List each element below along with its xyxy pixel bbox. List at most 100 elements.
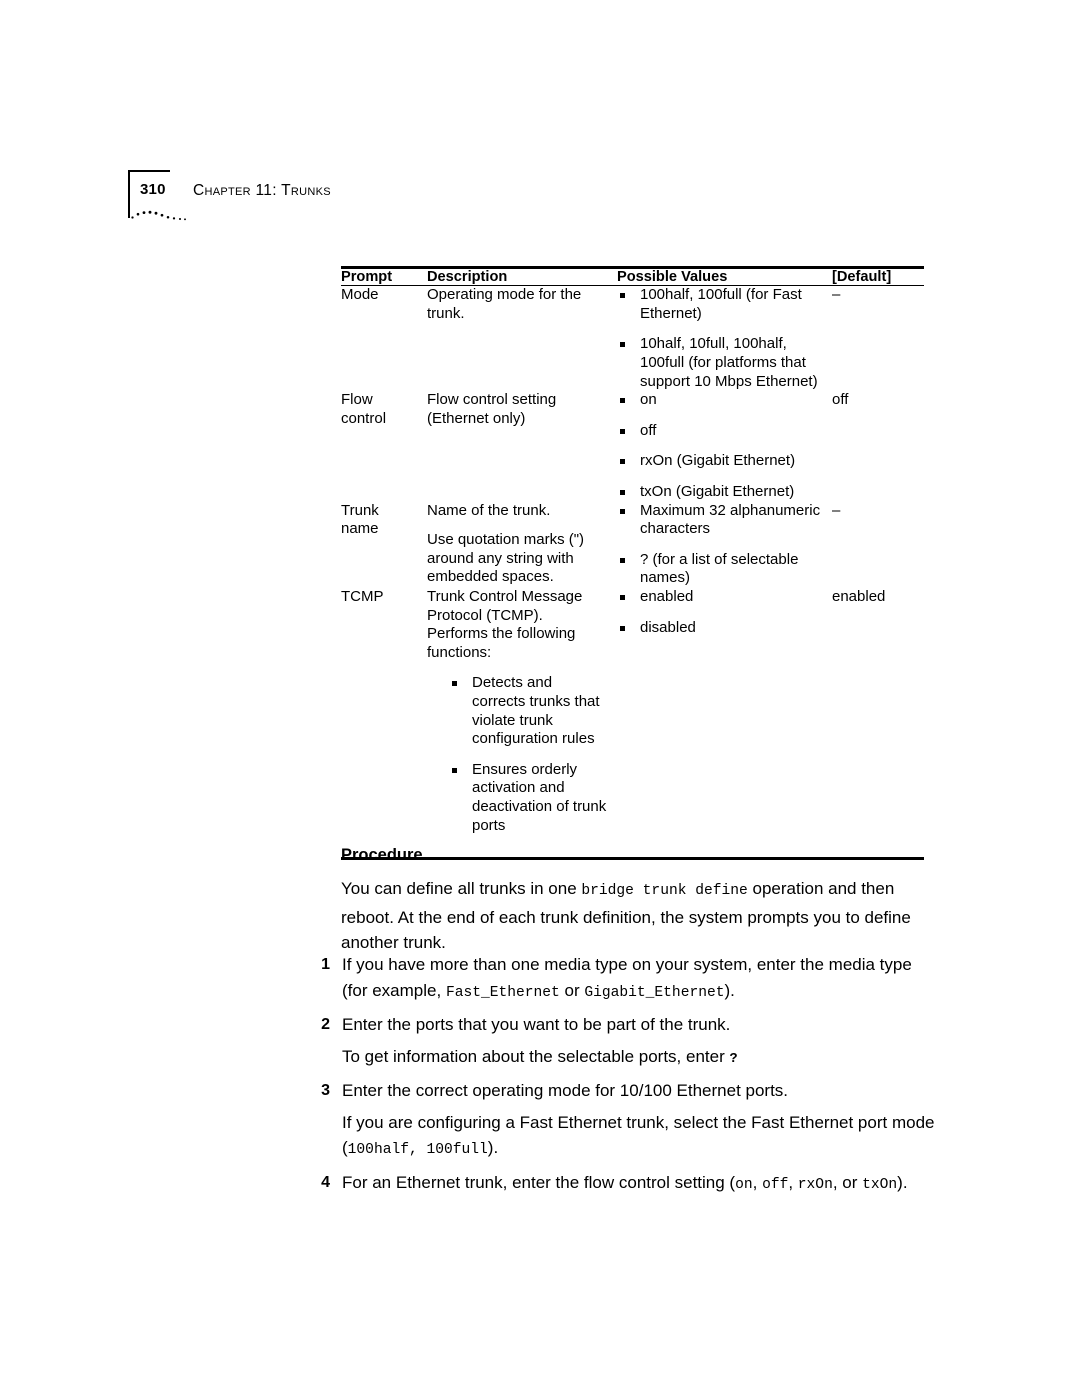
cell-description: Name of the trunk. Use quotation marks (… bbox=[427, 502, 617, 588]
page-number: 310 bbox=[140, 181, 166, 198]
list-item: rxOn (Gigabit Ethernet) bbox=[617, 452, 822, 471]
step-code-on: on bbox=[735, 1176, 753, 1193]
possible-values-list: on off rxOn (Gigabit Ethernet) txOn (Gig… bbox=[617, 391, 822, 501]
possible-values-list: enabled disabled bbox=[617, 588, 822, 637]
table-row: TCMP Trunk Control Message Protocol (TCM… bbox=[341, 588, 924, 847]
step-code-gigabit-ethernet: Gigabit_Ethernet bbox=[584, 984, 725, 1001]
row-description-text: Name of the trunk. bbox=[427, 501, 551, 519]
cell-prompt: Mode bbox=[341, 286, 427, 391]
header-corner-rule-horizontal bbox=[128, 170, 170, 172]
list-item: ? (for a list of selectable names) bbox=[617, 551, 822, 588]
column-header-possible-values-label: Possible Values bbox=[617, 269, 728, 285]
cell-default: – bbox=[832, 502, 924, 588]
list-item: Ensures orderly activation and deactivat… bbox=[449, 761, 607, 835]
cell-possible-values: 100half, 100full (for Fast Ethernet) 10h… bbox=[617, 286, 832, 391]
cell-default: – bbox=[832, 286, 924, 391]
chapter-title: Chapter 11: Trunks bbox=[193, 182, 331, 199]
step-text-part4: , or bbox=[832, 1172, 863, 1192]
step-number: 3 bbox=[321, 1082, 330, 1099]
step-text-part1: Enter the ports that you want to be part… bbox=[342, 1015, 731, 1034]
column-header-default: [Default] bbox=[832, 269, 924, 285]
list-item: enabled bbox=[617, 588, 822, 607]
list-item: Maximum 32 alphanumeric characters bbox=[617, 502, 822, 539]
step-2-subparagraph: To get information about the selectable … bbox=[310, 1044, 935, 1073]
cell-prompt: TCMP bbox=[341, 588, 427, 847]
cell-prompt: Trunk name bbox=[341, 502, 427, 588]
section-heading-procedure: Procedure bbox=[341, 846, 423, 864]
row-default-value: – bbox=[832, 286, 841, 304]
substep-text-2: ). bbox=[487, 1138, 499, 1157]
row-default-value: – bbox=[832, 501, 841, 519]
description-sub-list: Detects and corrects trunks that violate… bbox=[449, 674, 607, 835]
intro-code-command: bridge trunk define bbox=[581, 883, 748, 899]
cell-possible-values: enabled disabled bbox=[617, 588, 832, 847]
substep-code-modes: 100half, 100full bbox=[347, 1142, 488, 1158]
column-header-prompt-label: Prompt bbox=[341, 269, 393, 285]
cell-possible-values: on off rxOn (Gigabit Ethernet) txOn (Gig… bbox=[617, 391, 832, 501]
step-code-txon: txOn bbox=[862, 1176, 898, 1193]
list-item: off bbox=[617, 422, 822, 441]
step-text-part2: , bbox=[752, 1172, 763, 1192]
intro-text-part1: You can define all trunks in one bbox=[341, 879, 582, 898]
step-code-off: off bbox=[762, 1176, 789, 1193]
step-code-fast-ethernet: Fast_Ethernet bbox=[445, 984, 560, 1001]
trunk-parameters-table: Prompt Description Possible Values [Defa… bbox=[341, 266, 924, 861]
row-prompt-flow-control: Flow control bbox=[341, 391, 387, 427]
table-row: Mode Operating mode for the trunk. 100ha… bbox=[341, 286, 924, 391]
list-item: disabled bbox=[617, 619, 822, 638]
procedure-intro-paragraph: You can define all trunks in one bridge … bbox=[341, 876, 933, 956]
list-item: Detects and corrects trunks that violate… bbox=[449, 674, 607, 748]
row-prompt-trunk-name: Trunk name bbox=[341, 501, 379, 538]
list-item: 100half, 100full (for Fast Ethernet) bbox=[617, 286, 822, 323]
row-description-text-2: Use quotation marks (") around any strin… bbox=[427, 531, 585, 586]
table-header-row: Prompt Description Possible Values [Defa… bbox=[341, 269, 924, 285]
step-text-part1: Enter the correct operating mode for 10/… bbox=[342, 1081, 789, 1100]
column-header-description-label: Description bbox=[427, 269, 508, 285]
column-header-possible-values: Possible Values bbox=[617, 269, 832, 285]
column-header-description: Description bbox=[427, 269, 617, 285]
row-description-text: Flow control setting (Ethernet only) bbox=[427, 391, 557, 427]
row-prompt-tcmp: TCMP bbox=[341, 588, 384, 606]
substep-code-question-mark: ? bbox=[729, 1051, 738, 1067]
possible-values-list: 100half, 100full (for Fast Ethernet) 10h… bbox=[617, 286, 822, 391]
step-number: 4 bbox=[321, 1173, 330, 1191]
row-description-text: Trunk Control Message Protocol (TCMP). P… bbox=[427, 588, 583, 661]
decorative-dot-arc bbox=[131, 210, 186, 221]
step-4: 4 For an Ethernet trunk, enter the flow c… bbox=[310, 1170, 935, 1199]
row-prompt-mode: Mode bbox=[341, 286, 379, 304]
possible-values-list: Maximum 32 alphanumeric characters ? (fo… bbox=[617, 502, 822, 588]
row-default-value: enabled bbox=[832, 588, 886, 606]
list-item: on bbox=[617, 391, 822, 410]
list-item: 10half, 10full, 100half, 100full (for pl… bbox=[617, 335, 822, 391]
row-default-value: off bbox=[832, 391, 849, 409]
step-3-subparagraph: If you are configuring a Fast Ethernet t… bbox=[310, 1110, 935, 1164]
procedure-section: Procedure You can define all trunks in o… bbox=[341, 846, 933, 970]
column-header-prompt: Prompt bbox=[341, 269, 427, 285]
cell-description: Trunk Control Message Protocol (TCMP). P… bbox=[427, 588, 617, 847]
step-number: 1 bbox=[321, 956, 330, 973]
procedure-steps-list: 1 If you have more than one media type on… bbox=[310, 952, 935, 1204]
cell-possible-values: Maximum 32 alphanumeric characters ? (fo… bbox=[617, 502, 832, 588]
step-text-part3: ). bbox=[724, 980, 735, 1000]
cell-prompt: Flow control bbox=[341, 391, 427, 501]
column-header-default-label: [Default] bbox=[832, 269, 892, 285]
cell-description: Operating mode for the trunk. bbox=[427, 286, 617, 391]
table-row: Trunk name Name of the trunk. Use quotat… bbox=[341, 502, 924, 588]
row-description-text: Operating mode for the trunk. bbox=[427, 286, 582, 322]
step-number: 2 bbox=[321, 1016, 330, 1033]
step-text-part1: For an Ethernet trunk, enter the flow co… bbox=[342, 1172, 736, 1192]
substep-text: To get information about the selectable … bbox=[342, 1046, 730, 1066]
table-row: Flow control Flow control setting (Ether… bbox=[341, 391, 924, 501]
step-text-part3: , bbox=[788, 1172, 798, 1192]
step-code-rxon: rxOn bbox=[797, 1176, 833, 1193]
cell-description: Flow control setting (Ethernet only) bbox=[427, 391, 617, 501]
step-1: 1 If you have more than one media type on… bbox=[310, 952, 935, 1006]
step-2: 2 Enter the ports that you want to be par… bbox=[310, 1012, 935, 1038]
page-running-header: 310 Chapter 11: Trunks bbox=[128, 170, 548, 230]
step-text-part2: or bbox=[559, 980, 585, 1000]
cell-default: off bbox=[832, 391, 924, 501]
step-3: 3 Enter the correct operating mode for 10… bbox=[310, 1078, 935, 1104]
list-item: txOn (Gigabit Ethernet) bbox=[617, 483, 822, 502]
cell-default: enabled bbox=[832, 588, 924, 847]
step-text-part5: ). bbox=[897, 1172, 908, 1192]
